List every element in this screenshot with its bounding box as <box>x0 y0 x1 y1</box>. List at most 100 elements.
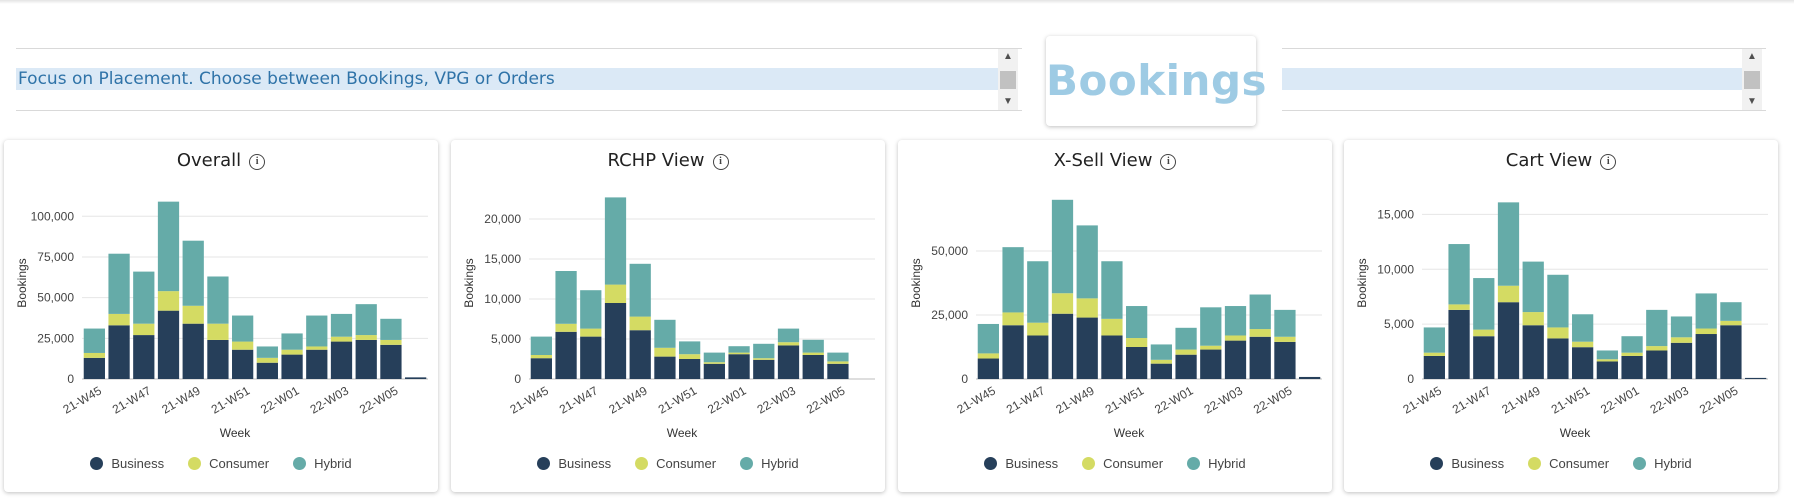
bar-segment-consumer <box>232 341 254 350</box>
bar-segment-hybrid <box>1448 244 1470 305</box>
legend-item-hybrid[interactable]: Hybrid <box>293 456 352 471</box>
chart-card-overall: Overall i 0 25,000 50,000 75,000 100,000 Booki… <box>4 140 438 492</box>
bar-segment-consumer <box>1027 322 1049 336</box>
bar-segment-hybrid <box>555 271 577 324</box>
scroll-thumb[interactable] <box>1000 71 1016 89</box>
bar-segment-consumer <box>1249 329 1271 337</box>
x-tick-label: 21-W51 <box>1549 383 1593 416</box>
metric-selector-box[interactable]: ▲ ▼ <box>1282 48 1766 111</box>
bar-segment-consumer <box>728 352 750 355</box>
bar-segment-hybrid <box>753 343 775 359</box>
top-shadow <box>0 0 1794 4</box>
bar-segment-hybrid <box>604 197 627 285</box>
bar-segment-consumer <box>604 284 627 303</box>
bar-segment-business <box>728 354 750 379</box>
bar-segment-business <box>753 359 775 379</box>
y-tick-label: 0 <box>67 372 74 386</box>
x-tick-label: 21-W51 <box>656 383 700 416</box>
bar-segment-consumer <box>1720 320 1742 326</box>
bar-segment-consumer <box>802 352 824 355</box>
legend-item-business[interactable]: Business <box>1430 456 1504 471</box>
x-tick-label: 22-W01 <box>705 383 749 416</box>
scroll-down-icon[interactable]: ▼ <box>1742 94 1762 110</box>
bar-segment-consumer <box>1497 285 1520 303</box>
bar-segment-business <box>1175 354 1197 379</box>
legend-dot-icon <box>1187 457 1201 470</box>
scroll-down-icon[interactable]: ▼ <box>998 94 1018 110</box>
legend-dot-icon <box>1082 457 1096 470</box>
y-axis-title: Bookings <box>909 258 923 307</box>
legend-item-business[interactable]: Business <box>537 456 611 471</box>
chart-plot: 0 25,000 50,000 75,000 100,000 Bookings 21-W45… <box>15 201 428 440</box>
bar-segment-consumer <box>1473 329 1495 337</box>
bar-segment-hybrid <box>1670 316 1693 338</box>
scroll-thumb[interactable] <box>1744 71 1760 89</box>
bar-segment-business <box>355 339 377 379</box>
bar-segment-consumer <box>1522 312 1544 326</box>
y-tick-label: 10,000 <box>1377 262 1414 276</box>
bar-segment-business <box>1695 334 1717 379</box>
legend-dot-icon <box>188 457 202 470</box>
bar-segment-hybrid <box>182 240 204 306</box>
legend-label: Hybrid <box>761 456 799 471</box>
bar-segment-consumer <box>1547 327 1569 339</box>
x-tick-label: 21-W45 <box>507 383 551 416</box>
legend-item-business[interactable]: Business <box>984 456 1058 471</box>
bar-segment-hybrid <box>1101 261 1123 319</box>
y-tick-label: 5,000 <box>491 332 521 346</box>
placement-prompt-box[interactable]: Focus on Placement. Choose between Booki… <box>16 48 1022 111</box>
bar-segment-consumer <box>1670 337 1693 343</box>
y-tick-label: 10,000 <box>484 292 521 306</box>
legend-item-business[interactable]: Business <box>90 456 164 471</box>
bar-segment-hybrid <box>1249 294 1271 330</box>
bar-segment-consumer <box>977 353 999 359</box>
x-tick-label: 22-W05 <box>1251 383 1295 416</box>
legend-item-consumer[interactable]: Consumer <box>635 456 716 471</box>
y-tick-label: 50,000 <box>37 291 74 305</box>
metric-title: Bookings <box>1046 56 1268 105</box>
x-axis-title: Week <box>220 426 251 440</box>
bar-segment-hybrid <box>1720 302 1742 321</box>
scrollbar[interactable]: ▲ ▼ <box>1742 49 1762 110</box>
legend-dot-icon <box>1528 457 1542 470</box>
legend-item-hybrid[interactable]: Hybrid <box>1187 456 1246 471</box>
legend-item-hybrid[interactable]: Hybrid <box>740 456 799 471</box>
x-tick-label: 21-W47 <box>110 383 154 416</box>
bar-segment-business <box>530 358 552 379</box>
bar-segment-hybrid <box>629 263 651 317</box>
scroll-up-icon[interactable]: ▲ <box>998 49 1018 65</box>
legend-item-consumer[interactable]: Consumer <box>1082 456 1163 471</box>
x-tick-label: 22-W05 <box>1697 383 1741 416</box>
bar-segment-business <box>1596 361 1618 379</box>
bar-segment-consumer <box>827 361 849 364</box>
x-axis-title: Week <box>1114 426 1145 440</box>
x-tick-label: 22-W01 <box>1598 383 1642 416</box>
legend-item-hybrid[interactable]: Hybrid <box>1633 456 1692 471</box>
bar-segment-hybrid <box>108 253 130 314</box>
chart-card-cart-view: Cart View i 0 5,000 10,000 15,000 Bookings 21-… <box>1344 140 1778 492</box>
y-tick-label: 0 <box>961 372 968 386</box>
bar-segment-consumer <box>256 357 278 363</box>
bar-segment-hybrid <box>83 328 105 353</box>
bar-segment-business <box>1423 355 1445 379</box>
scroll-up-icon[interactable]: ▲ <box>1742 49 1762 65</box>
bar-segment-hybrid <box>1027 261 1049 323</box>
bar-segment-business <box>281 354 303 379</box>
bar-segment-hybrid <box>256 346 278 358</box>
x-tick-label: 21-W47 <box>557 383 601 416</box>
chart-card-rchp-view: RCHP View i 0 5,000 10,000 15,000 20,000 Booki… <box>451 140 885 492</box>
bar-segment-business <box>157 310 180 379</box>
y-tick-label: 25,000 <box>931 308 968 322</box>
scrollbar[interactable]: ▲ ▼ <box>998 49 1018 110</box>
bar-segment-business <box>1720 325 1742 379</box>
bar-segment-consumer <box>1101 318 1123 336</box>
bar-segment-business <box>1002 325 1024 379</box>
legend-item-consumer[interactable]: Consumer <box>188 456 269 471</box>
bar-segment-business <box>555 331 577 379</box>
legend-item-consumer[interactable]: Consumer <box>1528 456 1609 471</box>
bar-segment-hybrid <box>1695 293 1717 329</box>
x-tick-label: 22-W01 <box>258 383 302 416</box>
bar-segment-consumer <box>355 335 377 340</box>
bar-segment-consumer <box>1621 352 1643 356</box>
bar-segment-business <box>654 356 676 379</box>
